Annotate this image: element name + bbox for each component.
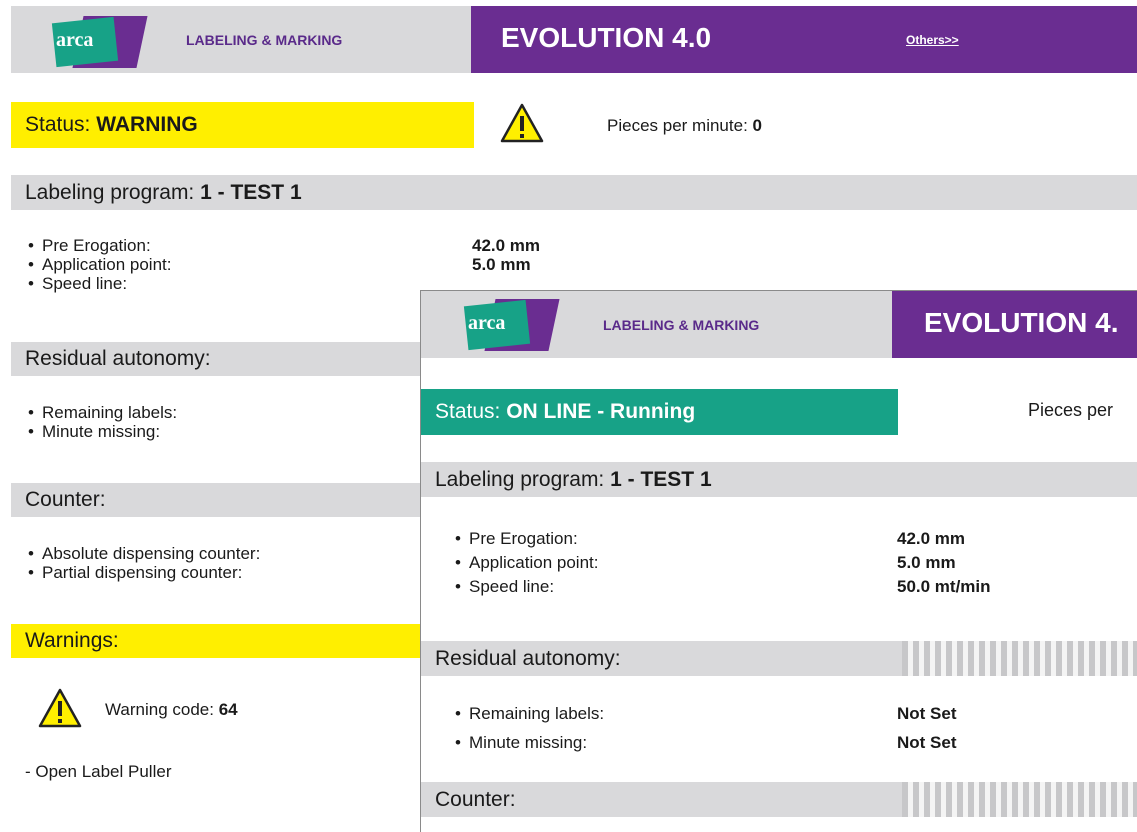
- warning-message: - Open Label Puller: [25, 762, 172, 781]
- header-bar: arca LABELING & MARKING EVOLUTION 4.0 Ot…: [11, 6, 1137, 73]
- arca-logo: arca: [48, 14, 148, 72]
- status-badge: Status: ON LINE - Running: [421, 389, 898, 435]
- arca-logo: arca: [460, 297, 560, 355]
- speed-line-value: 50.0 mt/min: [897, 577, 991, 596]
- list-item: • Remaining labels:: [28, 403, 178, 422]
- progress-stripes: [902, 782, 1137, 817]
- pre-erogation-value: 42.0 mm: [472, 236, 541, 255]
- application-point-value: 5.0 mm: [472, 255, 531, 274]
- header-bar: arca LABELING & MARKING EVOLUTION 4.: [421, 291, 1137, 358]
- status-value: ON LINE - Running: [506, 400, 696, 423]
- list-item: • Application point:: [455, 553, 599, 572]
- tagline: LABELING & MARKING: [186, 32, 343, 48]
- warning-icon: [38, 688, 82, 728]
- product-banner: EVOLUTION 4.: [892, 291, 1137, 358]
- logo-text: arca: [56, 29, 94, 51]
- labeling-program-header: Labeling program: 1 - TEST 1: [421, 462, 1137, 497]
- progress-stripes: [902, 641, 1137, 676]
- status-panel-online: arca LABELING & MARKING EVOLUTION 4. Sta…: [420, 290, 1137, 832]
- list-item: • Pre Erogation:: [455, 529, 578, 548]
- list-item: • Minute missing:: [455, 733, 588, 752]
- list-item: • Minute missing:: [28, 422, 161, 441]
- product-banner: EVOLUTION 4.0 Others>>: [471, 6, 1137, 73]
- residual-autonomy-header: Residual autonomy:: [421, 641, 1137, 676]
- status-value: WARNING: [96, 113, 198, 136]
- list-item: • Remaining labels:: [455, 704, 605, 723]
- warning-code-value: 64: [218, 700, 238, 719]
- product-title: EVOLUTION 4.0: [501, 22, 712, 53]
- remaining-labels-value: Not Set: [897, 704, 957, 723]
- status-badge: Status: WARNING: [11, 102, 474, 148]
- application-point-value: 5.0 mm: [897, 553, 956, 572]
- list-item: • Speed line:: [28, 274, 128, 293]
- product-title: EVOLUTION 4.: [924, 307, 1119, 338]
- list-item: • Partial dispensing counter:: [28, 563, 243, 582]
- minute-missing-value: Not Set: [897, 733, 957, 752]
- tagline: LABELING & MARKING: [603, 317, 760, 333]
- others-link[interactable]: Others>>: [906, 33, 959, 47]
- pre-erogation-value: 42.0 mm: [897, 529, 966, 548]
- pieces-per-minute: Pieces per minute: 0: [607, 116, 762, 135]
- list-item: • Application point:: [28, 255, 172, 274]
- warning-code: Warning code: 64: [105, 700, 238, 719]
- list-item: • Speed line:: [455, 577, 555, 596]
- ppm-value: 0: [752, 116, 762, 135]
- logo-text: arca: [468, 312, 506, 334]
- list-item: • Absolute dispensing counter:: [28, 544, 261, 563]
- status-label: Status:: [435, 400, 507, 423]
- warning-icon: [500, 103, 544, 143]
- counter-header: Counter:: [421, 782, 1137, 817]
- pieces-per-minute: Pieces per: [1028, 400, 1114, 420]
- labeling-program-header: Labeling program: 1 - TEST 1: [11, 175, 1137, 210]
- list-item: • Pre Erogation:: [28, 236, 151, 255]
- status-label: Status:: [25, 113, 97, 136]
